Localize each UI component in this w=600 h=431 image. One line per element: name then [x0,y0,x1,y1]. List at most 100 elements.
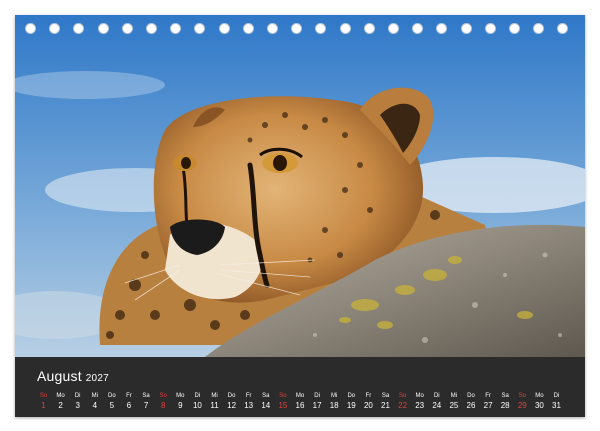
day-number: 21 [381,401,390,410]
weekday-label: Do [467,393,475,399]
day-cell: Mi 18 [326,392,343,412]
day-number: 30 [534,401,544,410]
weekday-label: Sa [142,393,150,399]
day-cell: Di 10 [189,392,206,412]
day-number: 11 [210,401,219,410]
day-number: 19 [346,401,356,410]
day-strip: So 1 Mo 2 Di 3 Mi 4 Do 5 Fr 6 Sa 7 So 8 Mo 9 Di 10 Mi 11 Do 12 F… [35,392,565,416]
weekday-label: Mo [535,393,544,399]
binding-hole [242,23,254,34]
weekday-label: So [39,393,48,399]
weekday-label: Mi [331,393,338,399]
day-cell: So 8 [155,392,172,412]
weekday-label: Mo [176,393,185,399]
weekday-label: Sa [501,393,509,399]
day-cell: Mi 4 [86,392,103,412]
binding-hole [267,23,278,34]
day-cell: Di 31 [548,392,565,412]
binding-hole [73,23,85,34]
day-number: 5 [109,401,115,410]
day-cell: Do 26 [463,392,480,412]
binding-hole [291,23,303,34]
day-number: 18 [329,401,339,410]
day-number: 14 [261,401,271,410]
binding-hole [388,23,399,34]
day-number: 2 [58,401,63,410]
day-cell: Di 3 [69,392,86,412]
binding-hole [436,23,448,34]
binding-hole [460,23,472,34]
binding-hole [218,23,230,34]
day-cell: Sa 7 [138,392,155,412]
binding-holes [15,23,585,37]
binding-hole [194,23,206,34]
day-cell: Mo 2 [52,392,69,412]
binding-hole [315,23,327,34]
binding-hole [412,23,424,34]
binding-hole [533,23,545,34]
day-number: 8 [160,401,166,410]
day-cell: Mi 11 [206,392,223,412]
day-cell: Fr 13 [240,392,257,412]
day-number: 12 [227,401,237,410]
day-cell: Mo 16 [292,392,309,412]
weekday-label: Mo [56,393,65,399]
day-cell: Di 17 [309,392,326,412]
binding-hole [97,23,109,34]
day-number: 22 [398,401,408,410]
day-number: 3 [75,401,80,410]
day-number: 31 [552,401,561,410]
day-number: 29 [517,401,527,410]
weekday-label: So [518,393,526,399]
calendar-bar: August 2027 So 1 Mo 2 Di 3 Mi 4 Do 5 Fr 6 Sa 7 So 8 Mo 9 Di… [15,357,585,417]
binding-hole [146,23,157,34]
day-number: 4 [92,401,98,410]
day-number: 17 [312,401,322,410]
day-cell: Sa 21 [377,392,394,412]
day-cell: Sa 14 [257,392,274,412]
day-cell: Mo 9 [172,392,189,412]
day-number: 15 [278,401,288,410]
weekday-label: Di [314,393,320,399]
day-cell: Do 12 [223,392,240,412]
day-number: 25 [449,401,459,410]
month-title: August 2027 [37,368,109,384]
day-number: 26 [466,401,476,410]
day-cell: Fr 20 [360,392,377,412]
day-cell: Do 19 [343,392,360,412]
day-cell: So 15 [274,392,291,412]
day-cell: So 29 [514,392,531,412]
binding-hole [339,23,351,34]
weekday-label: Mi [91,393,98,399]
binding-hole [49,23,61,34]
day-number: 24 [432,401,442,410]
binding-hole [170,23,182,34]
day-number: 20 [363,401,373,410]
binding-hole [484,23,496,34]
day-cell: Do 5 [103,392,120,412]
weekday-label: Do [227,393,236,399]
day-cell: Fr 6 [121,392,138,412]
day-number: 7 [143,401,149,410]
weekday-label: Mi [211,393,218,399]
weekday-label: Fr [365,393,372,399]
month-name: August [37,368,82,384]
weekday-label: Fr [126,393,132,399]
binding-hole [509,23,520,34]
day-cell: Mo 23 [411,392,428,412]
weekday-label: So [159,393,167,399]
binding-hole [363,23,375,34]
weekday-label: Di [74,393,81,399]
weekday-label: Di [433,393,440,399]
weekday-label: Fr [245,393,252,399]
day-number: 23 [415,401,425,410]
month-year: 2027 [85,373,109,384]
day-number: 9 [178,401,183,410]
weekday-label: Di [553,393,560,399]
binding-hole [121,23,133,34]
cheetah-photo [15,15,585,357]
day-number: 16 [295,401,305,410]
day-number: 10 [192,401,202,410]
day-cell: Mo 30 [531,392,548,412]
day-number: 1 [41,401,46,410]
